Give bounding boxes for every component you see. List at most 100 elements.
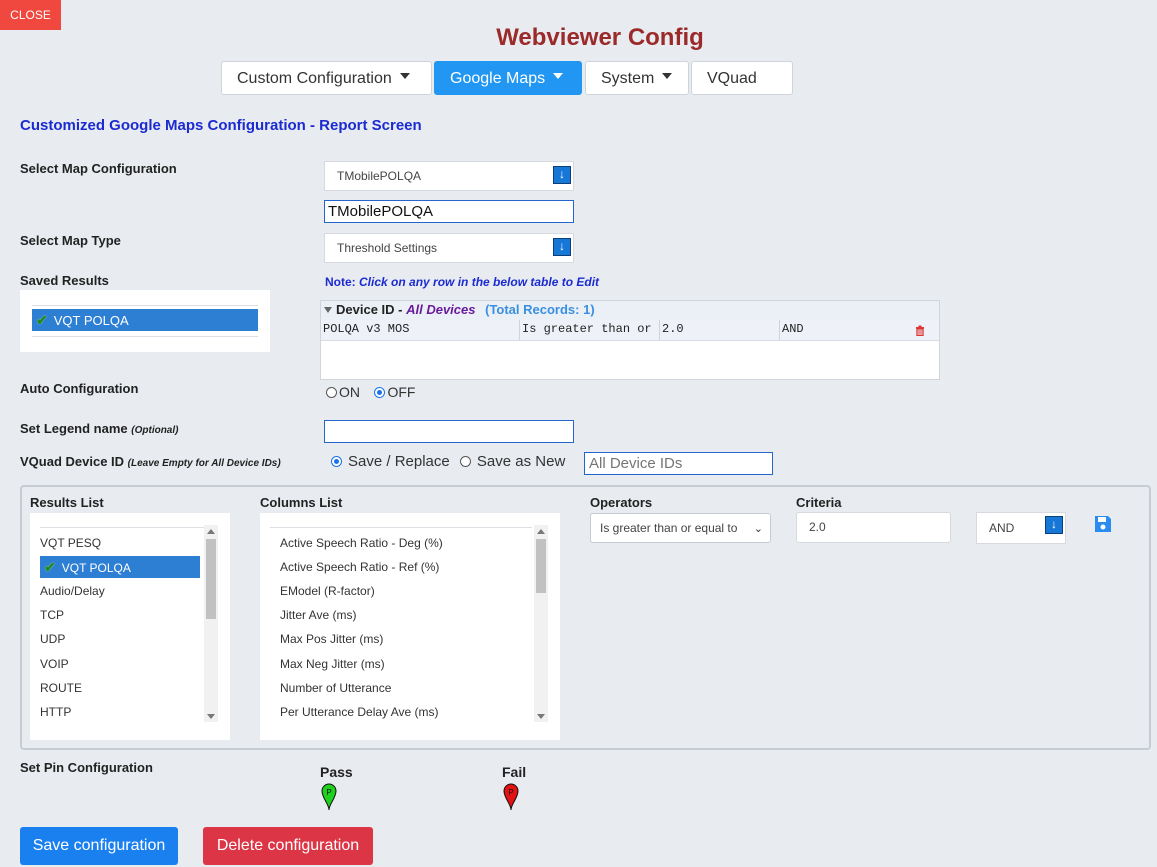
vquad-label-text: VQuad Device ID: [20, 454, 125, 469]
vquad-hint: (Leave Empty for All Device IDs): [127, 458, 281, 469]
save-configuration-button[interactable]: Save configuration: [20, 827, 178, 865]
list-item-label: VQT POLQA: [61, 561, 131, 575]
save-replace-label: Save / Replace: [348, 453, 450, 470]
list-item[interactable]: HTTP: [40, 701, 71, 723]
device-id-group: Device ID - All Devices (Total Records: …: [336, 301, 595, 319]
scroll-up-icon[interactable]: [207, 529, 215, 534]
list-item[interactable]: Jitter Ave (ms): [280, 604, 356, 626]
auto-on-radio[interactable]: [326, 387, 337, 398]
tab-label: Google Maps: [450, 70, 546, 87]
auto-configuration-label: Auto Configuration: [20, 381, 139, 396]
criteria-value: 2.0: [809, 520, 826, 534]
save-as-new-radio[interactable]: [459, 456, 471, 467]
list-item[interactable]: Audio/Delay: [40, 580, 105, 602]
map-type-select[interactable]: Threshold Settings ↓: [324, 233, 574, 263]
map-configuration-name-input[interactable]: [324, 200, 574, 223]
list-item[interactable]: Max Pos Jitter (ms): [280, 628, 383, 650]
list-item[interactable]: VOIP: [40, 653, 69, 675]
map-type-value: Threshold Settings: [337, 241, 438, 255]
scroll-down-icon[interactable]: [537, 714, 545, 719]
fail-pin-icon[interactable]: P: [502, 782, 520, 816]
auto-off-label: OFF: [387, 384, 416, 400]
svg-text:P: P: [326, 788, 331, 797]
table-header: Device ID - All Devices (Total Records: …: [321, 301, 939, 321]
list-item[interactable]: Active Speech Ratio - Deg (%): [280, 532, 443, 554]
tab-google-maps[interactable]: Google Maps: [434, 61, 582, 95]
caret-down-icon: [662, 73, 673, 79]
tab-custom-configuration[interactable]: Custom Configuration: [221, 61, 432, 95]
scroll-thumb[interactable]: [536, 539, 546, 593]
map-configuration-select[interactable]: TMobilePOLQA ↓: [324, 161, 574, 191]
pin-configuration-label: Set Pin Configuration: [20, 760, 153, 775]
operators-select[interactable]: Is greater than or equal to ⌄: [590, 513, 771, 543]
scroll-up-icon[interactable]: [537, 529, 545, 534]
scrollbar[interactable]: [204, 525, 218, 722]
list-item[interactable]: UDP: [40, 628, 65, 650]
criteria-table: Device ID - All Devices (Total Records: …: [320, 300, 940, 380]
caret-down-icon: [553, 73, 564, 79]
legend-label-text: Set Legend name: [20, 421, 128, 436]
device-id-label: Device ID -: [336, 302, 403, 317]
arrow-down-icon[interactable]: ↓: [553, 238, 571, 256]
scrollbar[interactable]: [534, 525, 548, 722]
legend-name-input[interactable]: [324, 420, 574, 443]
device-ids-input[interactable]: [584, 452, 773, 475]
svg-text:P: P: [508, 788, 513, 797]
columns-list[interactable]: Active Speech Ratio - Deg (%) Active Spe…: [260, 513, 560, 740]
list-item[interactable]: ROUTE: [40, 677, 82, 699]
results-list[interactable]: VQT PESQ ✔ VQT POLQA Audio/Delay TCP UDP …: [30, 513, 230, 740]
list-item[interactable]: Number of Utterance: [280, 677, 391, 699]
chevron-down-icon: ⌄: [753, 523, 763, 535]
list-item[interactable]: TCP: [40, 604, 64, 626]
arrow-down-icon[interactable]: ↓: [1045, 516, 1063, 534]
vquad-device-id-label: VQuad Device ID (Leave Empty for All Dev…: [20, 454, 281, 469]
columns-list-label: Columns List: [260, 495, 343, 510]
table-row[interactable]: POLQA v3 MOS Is greater than or 2.0 AND: [321, 320, 939, 341]
save-as-new-label: Save as New: [476, 453, 566, 470]
tab-system[interactable]: System: [585, 61, 689, 95]
collapse-triangle-icon[interactable]: [324, 307, 332, 313]
scroll-down-icon[interactable]: [207, 714, 215, 719]
auto-on-label: ON: [339, 384, 360, 400]
list-item[interactable]: EModel (R-factor): [280, 580, 375, 602]
operator-value: Is greater than or equal to: [600, 521, 738, 535]
delete-configuration-button[interactable]: Delete configuration: [203, 827, 373, 865]
logic-select[interactable]: AND ↓: [976, 512, 1066, 544]
trash-icon[interactable]: [915, 324, 925, 343]
fail-label: Fail: [502, 764, 527, 780]
page-title: Webviewer Config: [496, 24, 704, 51]
note-text: Click on any row in the below table to E…: [359, 275, 600, 289]
pass-pin-icon[interactable]: P: [320, 782, 338, 816]
checkmark-icon: ✔: [36, 312, 48, 328]
total-records: (Total Records: 1): [485, 302, 595, 317]
list-item[interactable]: Per Utterance Delay Ave (ms): [280, 701, 439, 723]
select-map-type-label: Select Map Type: [20, 233, 121, 248]
saved-results-label: Saved Results: [20, 273, 109, 288]
legend-name-label: Set Legend name (Optional): [20, 421, 178, 436]
row-logic: AND: [782, 322, 804, 336]
note-prefix: Note:: [325, 275, 356, 289]
criteria-label: Criteria: [796, 495, 842, 510]
tab-label: System: [601, 70, 655, 87]
save-replace-radio[interactable]: [331, 456, 342, 467]
list-item[interactable]: Active Speech Ratio - Ref (%): [280, 556, 439, 578]
tab-label: Custom Configuration: [237, 70, 392, 87]
save-icon[interactable]: [1094, 515, 1112, 538]
edit-note: Note: Click on any row in the below tabl…: [325, 275, 599, 289]
arrow-down-icon[interactable]: ↓: [553, 166, 571, 184]
list-item-selected[interactable]: ✔ VQT POLQA: [40, 556, 200, 578]
list-item[interactable]: VQT PESQ: [40, 532, 101, 554]
tab-label: VQuad: [707, 70, 757, 87]
pass-label: Pass: [320, 764, 353, 780]
section-heading: Customized Google Maps Configuration - R…: [20, 117, 422, 134]
criteria-input[interactable]: 2.0: [796, 512, 951, 543]
saved-result-item[interactable]: ✔ VQT POLQA: [32, 309, 258, 331]
auto-off-radio[interactable]: [374, 387, 386, 398]
list-item[interactable]: Max Neg Jitter (ms): [280, 653, 385, 675]
tab-vquad[interactable]: VQuad: [691, 61, 793, 95]
saved-result-label: VQT POLQA: [53, 313, 129, 328]
legend-optional: (Optional): [131, 425, 179, 436]
scroll-thumb[interactable]: [206, 539, 216, 619]
caret-down-icon: [399, 73, 410, 79]
row-operator: Is greater than or: [520, 320, 660, 340]
